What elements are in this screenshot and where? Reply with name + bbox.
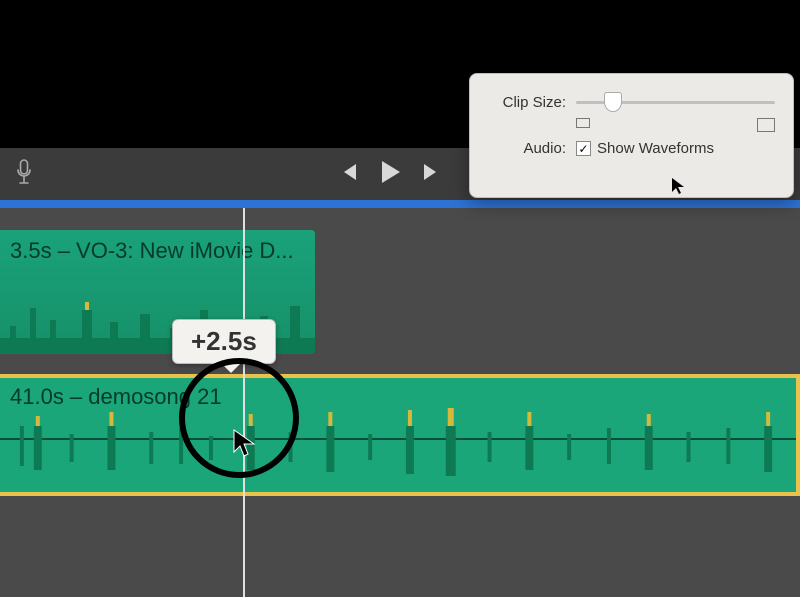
timeline-ruler[interactable]: [0, 200, 800, 208]
waveform-icon: [0, 398, 796, 494]
cursor-icon: [232, 428, 258, 465]
clip-settings-popover: Clip Size: Audio: ✓ Show Waveforms: [469, 73, 794, 198]
audio-label: Audio:: [488, 140, 566, 157]
slider-thumb[interactable]: [604, 92, 622, 112]
clip-size-slider[interactable]: [576, 90, 775, 114]
clip-label: 3.5s – VO-3: New iMovie D...: [0, 230, 315, 272]
audio-clip-demosong[interactable]: 41.0s – demosong 21: [0, 374, 800, 496]
show-waveforms-checkbox[interactable]: ✓: [576, 141, 591, 156]
timeline[interactable]: 3.5s – VO-3: New iMovie D... 41.0s – dem…: [0, 208, 800, 597]
microphone-icon[interactable]: [14, 159, 34, 190]
skip-back-button[interactable]: [336, 161, 358, 188]
thumbnail-large-icon: [757, 118, 775, 132]
clip-size-label: Clip Size:: [488, 94, 566, 111]
playhead[interactable]: [243, 208, 245, 597]
cursor-icon: [671, 177, 685, 200]
time-offset-tooltip: +2.5s: [172, 319, 276, 364]
thumbnail-small-icon: [576, 118, 590, 128]
play-button[interactable]: [376, 158, 404, 191]
skip-forward-button[interactable]: [422, 161, 444, 188]
show-waveforms-label: Show Waveforms: [597, 140, 714, 157]
